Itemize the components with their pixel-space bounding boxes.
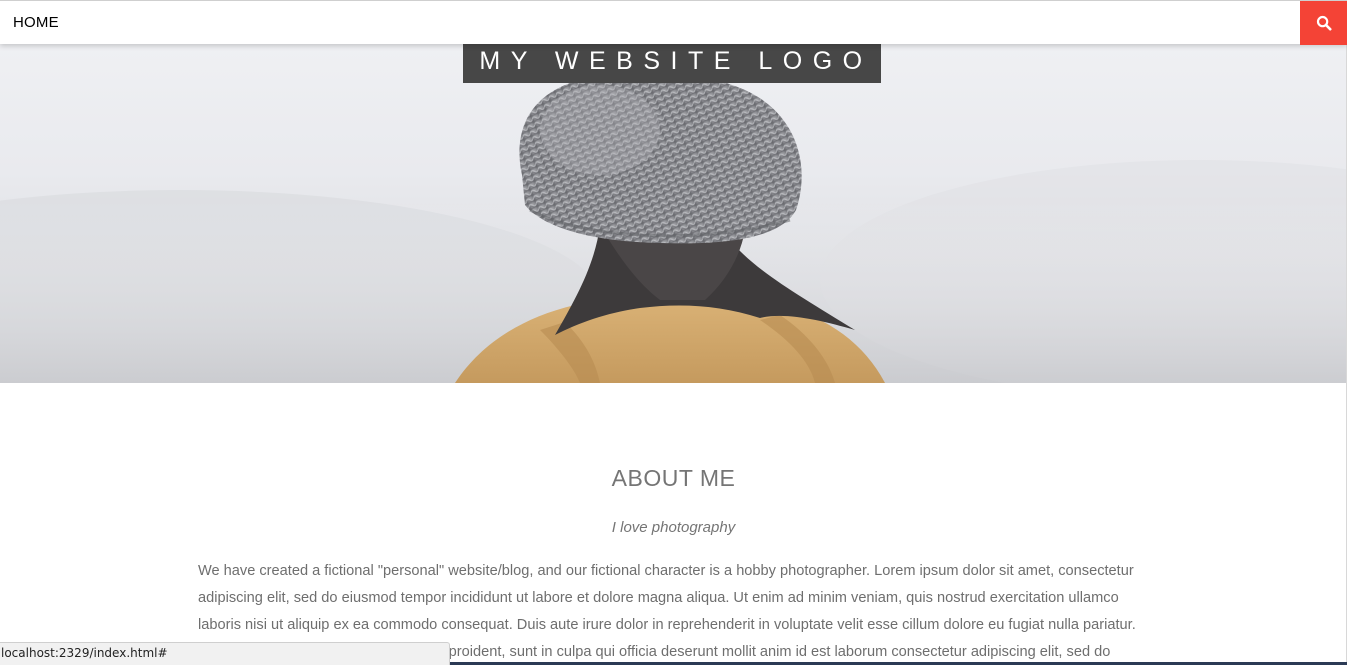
browser-status-url: localhost:2329/index.html# <box>0 642 450 665</box>
about-section: ABOUT ME I love photography We have crea… <box>0 383 1347 665</box>
hero-banner: MY WEBSITE LOGO <box>0 0 1347 383</box>
search-button[interactable] <box>1300 1 1347 45</box>
about-subtitle: I love photography <box>611 519 736 536</box>
site-logo-text: MY WEBSITE LOGO <box>479 47 873 75</box>
top-navbar: HOME <box>0 0 1347 45</box>
nav-home-link[interactable]: HOME <box>13 13 59 33</box>
about-title: ABOUT ME <box>611 465 736 491</box>
search-icon <box>1316 15 1331 31</box>
